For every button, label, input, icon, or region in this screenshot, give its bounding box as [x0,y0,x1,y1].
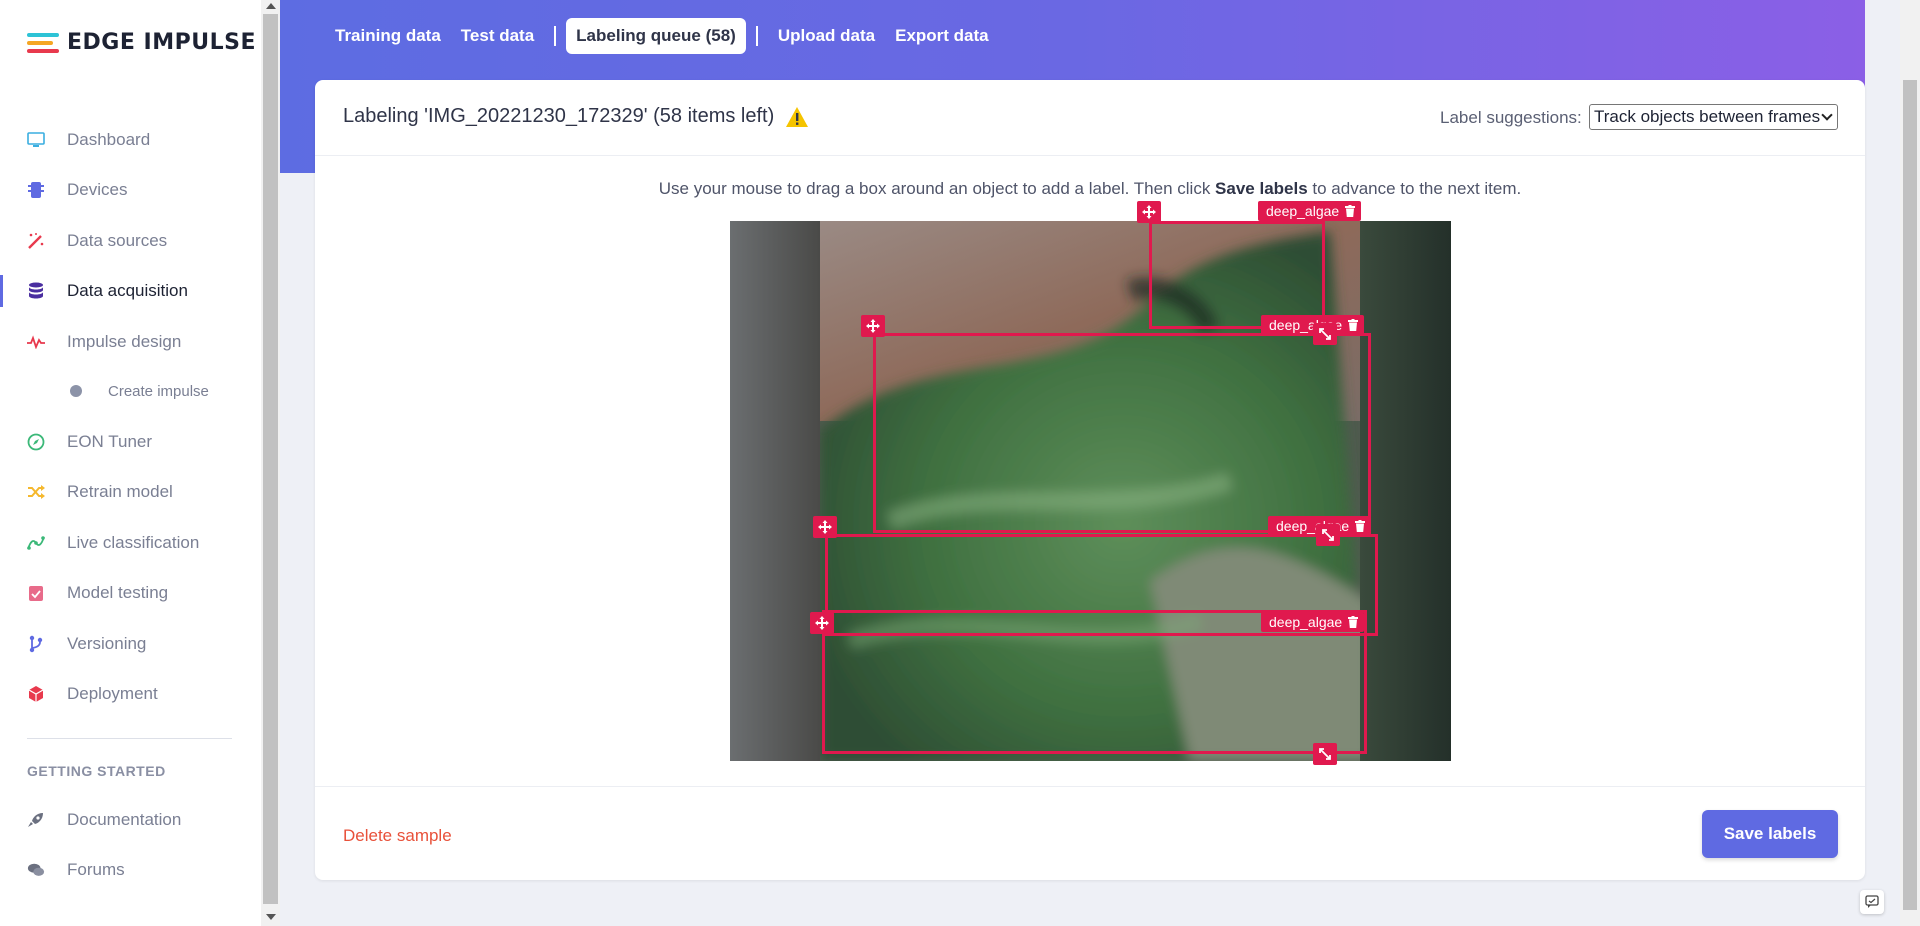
bounding-box[interactable] [873,333,1371,533]
tab-separator [554,26,557,46]
sidebar-item-forums[interactable]: Forums [0,850,261,890]
labeling-instruction: Use your mouse to drag a box around an o… [315,179,1865,199]
logo-bars-icon [27,31,59,55]
move-handle-icon[interactable] [810,612,834,634]
tab-labeling-queue[interactable]: Labeling queue (58) [566,18,746,54]
sidebar-item-data-acquisition[interactable]: Data acquisition [0,271,261,311]
sidebar-item-label: Model testing [67,583,169,602]
brand-name: EDGE IMPULSE [67,30,256,55]
sidebar-item-label: Live classification [67,533,200,552]
magic-wand-icon [27,232,45,250]
label-suggestions-value: Track objects between frames [1594,107,1821,126]
sidebar-item-label: Create impulse [108,382,209,400]
cube-icon [27,685,45,703]
tab-separator [755,26,758,46]
sidebar-item-model-testing[interactable]: Model testing [0,573,261,613]
sidebar-item-impulse-design[interactable]: Impulse design [0,322,261,362]
bounding-box-label[interactable]: deep_algae [1261,612,1365,632]
trash-icon[interactable] [1345,205,1356,217]
sidebar-item-label: Documentation [67,810,182,829]
scroll-up-arrow-icon[interactable] [266,3,276,9]
bounding-box[interactable] [1149,221,1325,329]
shuffle-icon [27,483,45,501]
sidebar-item-label: Versioning [67,634,147,653]
page-title: Labeling 'IMG_20221230_172329' (58 items… [343,105,775,127]
sidebar-item-label: Data sources [67,231,168,250]
sidebar-item-label: Deployment [67,684,158,703]
card-header: Labeling 'IMG_20221230_172329' (58 items… [315,80,1865,156]
labeling-card: Labeling 'IMG_20221230_172329' (58 items… [315,80,1865,880]
sidebar-item-eon-tuner[interactable]: EON Tuner [0,422,261,462]
sidebar-item-devices[interactable]: Devices [0,170,261,210]
move-handle-icon[interactable] [1137,201,1161,223]
main-scrollbar[interactable] [1900,0,1920,926]
label-suggestions-select[interactable]: Track objects between frames [1589,104,1838,130]
sidebar-item-documentation[interactable]: Documentation [0,800,261,840]
sidebar-scrollbar-thumb[interactable] [263,14,278,904]
save-labels-button[interactable]: Save labels [1702,810,1838,858]
branch-icon [27,635,45,653]
sidebar-item-label: EON Tuner [67,432,153,451]
rocket-icon [27,811,45,829]
bounding-box-label-text: deep_algae [1266,203,1340,219]
monitor-icon [27,131,45,149]
tab-export-data[interactable]: Export data [885,18,999,54]
delete-sample-link[interactable]: Delete sample [343,826,452,846]
compass-icon [27,433,45,451]
sidebar-item-versioning[interactable]: Versioning [0,624,261,664]
sidebar-item-deployment[interactable]: Deployment [0,674,261,714]
labeling-canvas[interactable]: deep_algae deep_algae deep_algae deep_al… [730,201,1451,765]
tab-upload-data[interactable]: Upload data [768,18,885,54]
trash-icon[interactable] [1355,520,1366,532]
instruction-bold: Save labels [1215,179,1308,198]
chat-icon [27,861,45,879]
sidebar-item-label: Devices [67,180,128,199]
database-icon [27,282,45,300]
sidebar-item-label: Data acquisition [67,281,188,300]
resize-handle-icon[interactable] [1313,323,1337,345]
trash-icon[interactable] [1348,319,1359,331]
chevron-down-icon [1821,109,1833,121]
clipboard-check-icon [27,584,45,602]
sidebar-divider [27,738,232,739]
tab-test-data[interactable]: Test data [451,18,544,54]
move-handle-icon[interactable] [813,516,837,538]
sidebar-item-label: Impulse design [67,332,182,351]
resize-handle-icon[interactable] [1313,743,1337,765]
sidebar-item-retrain-model[interactable]: Retrain model [0,472,261,512]
pulse-icon [27,333,45,351]
warning-icon[interactable] [785,106,809,128]
card-footer-divider [315,786,1865,787]
sidebar: EDGE IMPULSE Dashboard Devices Data sour… [0,0,261,926]
tab-training-data[interactable]: Training data [325,18,451,54]
sidebar-section-title: GETTING STARTED [27,763,166,779]
sidebar-item-label: Retrain model [67,482,173,501]
instruction-text: Use your mouse to drag a box around an o… [658,179,1216,198]
trash-icon[interactable] [1348,616,1359,628]
main-scrollbar-thumb[interactable] [1903,80,1917,910]
scroll-down-arrow-icon[interactable] [266,914,276,920]
bounding-box-label[interactable]: deep_algae [1258,201,1362,221]
instruction-text-end: to advance to the next item. [1307,179,1522,198]
bounding-box-label-text: deep_algae [1269,614,1343,630]
sidebar-item-live-classification[interactable]: Live classification [0,523,261,563]
resize-handle-icon[interactable] [1316,524,1340,546]
label-suggestions-label: Label suggestions: [1440,108,1582,127]
data-tabs: Training data Test data Labeling queue (… [325,18,999,54]
sidebar-item-label: Dashboard [67,130,151,149]
dot-icon [70,385,82,397]
feedback-icon[interactable] [1860,890,1884,914]
sidebar-item-data-sources[interactable]: Data sources [0,221,261,261]
chip-icon [27,181,45,199]
move-handle-icon[interactable] [861,315,885,337]
brand-logo[interactable]: EDGE IMPULSE [27,30,256,55]
sidebar-item-label: Forums [67,860,125,879]
sidebar-item-dashboard[interactable]: Dashboard [0,120,261,160]
graph-icon [27,534,45,552]
sidebar-item-create-impulse[interactable]: Create impulse [0,371,261,411]
sidebar-scrollbar[interactable] [261,0,280,926]
